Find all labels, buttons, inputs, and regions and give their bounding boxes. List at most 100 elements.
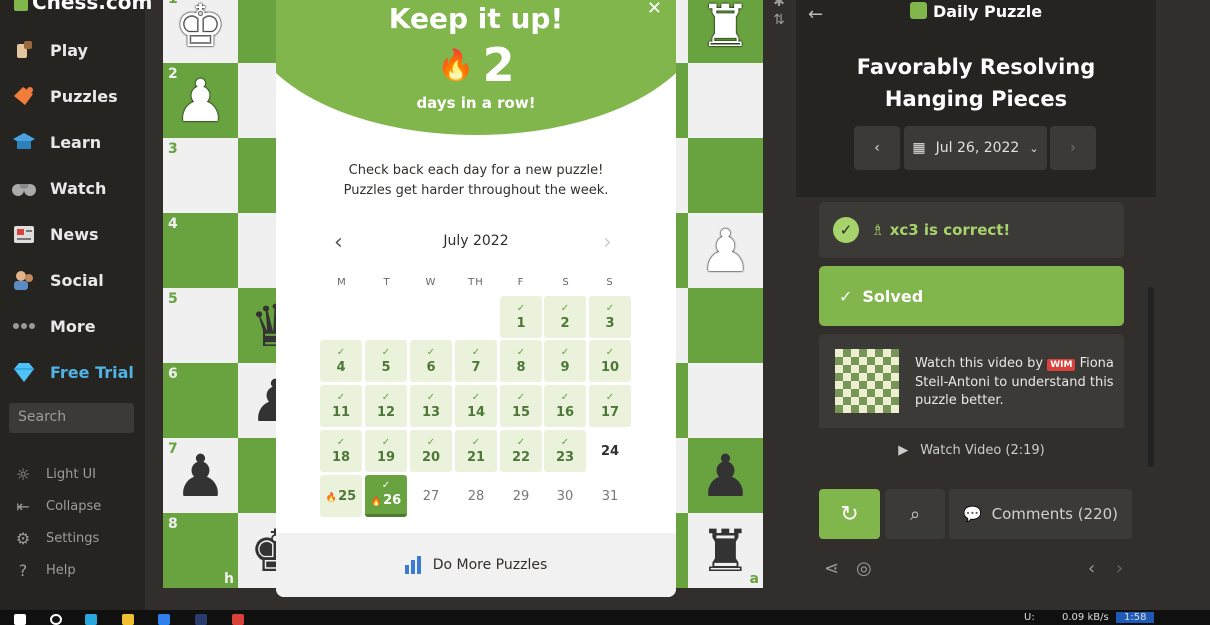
board-square[interactable]: 3 (163, 138, 238, 213)
calendar-day[interactable]: ✓ 8 (500, 340, 542, 382)
sidebar-item-news[interactable]: News (10, 220, 140, 248)
calendar-day[interactable]: ✓ 10 (589, 340, 631, 382)
vscode-icon[interactable] (158, 614, 170, 625)
sidebar-item-watch[interactable]: Watch (10, 174, 140, 202)
board-square[interactable] (688, 63, 763, 138)
search-icon[interactable] (50, 614, 62, 625)
sidebar-item-free-trial[interactable]: Free Trial (10, 358, 140, 386)
white-king-icon[interactable]: ♚ (163, 0, 238, 63)
board-square[interactable]: ♟ (688, 438, 763, 513)
solved-button[interactable]: ✓ Solved (819, 266, 1124, 326)
board-square[interactable]: 5 (163, 288, 238, 363)
retry-button[interactable]: ↻ (819, 489, 880, 539)
calendar-day[interactable]: ✓ 🔥26 (365, 475, 407, 517)
app-icon[interactable] (232, 614, 244, 625)
next-day-button[interactable]: › (1050, 126, 1096, 170)
target-icon[interactable]: ◎ (856, 558, 872, 579)
black-pawn-icon[interactable]: ♟ (688, 438, 763, 513)
board-square[interactable]: 2 ♟ (163, 63, 238, 138)
calendar-day[interactable]: 30 (544, 475, 586, 517)
calendar-day[interactable]: ✓ 18 (320, 430, 362, 472)
board-square[interactable]: 1♚ (163, 0, 238, 63)
folder-icon[interactable] (122, 614, 134, 625)
board-square[interactable]: 6 (163, 363, 238, 438)
white-pawn-icon[interactable]: ♟ (688, 213, 763, 288)
sidebar-item-learn[interactable]: Learn (10, 128, 140, 156)
do-more-puzzles-button[interactable]: Do More Puzzles (276, 533, 676, 597)
intellij-icon[interactable] (195, 614, 207, 625)
calendar-day[interactable]: ✓ 7 (455, 340, 497, 382)
share-icon[interactable]: ⋖ (824, 558, 839, 579)
light-ui-toggle[interactable]: ☼ Light UI (12, 464, 96, 484)
next-arrow-icon[interactable]: › (1116, 558, 1123, 579)
board-square[interactable]: a ♜ (688, 513, 763, 588)
calendar-day[interactable]: ✓ 2 (544, 296, 586, 338)
calendar-day[interactable]: ✓ 16 (544, 385, 586, 427)
sidebar-item-play[interactable]: Play (10, 36, 140, 64)
settings-cog-icon[interactable]: ✱ (768, 0, 790, 10)
calendar-day[interactable]: 27 (410, 475, 452, 517)
white-pawn-icon[interactable]: ♟ (163, 63, 238, 138)
rank-label: 3 (168, 141, 178, 157)
calendar-day[interactable]: 24 (589, 430, 631, 472)
calendar-day[interactable]: 28 (455, 475, 497, 517)
video-card[interactable]: Watch this video by WIM Fiona Steil-Anto… (819, 334, 1124, 472)
black-pawn-icon[interactable]: ♟ (163, 438, 238, 513)
help-link[interactable]: ? Help (12, 560, 76, 580)
calendar-day[interactable]: ✓ 15 (500, 385, 542, 427)
board-square[interactable]: ♟ (688, 213, 763, 288)
sidebar-item-social[interactable]: Social (10, 266, 140, 294)
board-square[interactable]: ♜ (688, 0, 763, 63)
calendar-day[interactable]: ✓ 19 (365, 430, 407, 472)
light-ui-icon: ☼ (15, 464, 31, 484)
checkmark-icon: ✓ (336, 391, 346, 403)
sidebar-item-puzzles[interactable]: Puzzles (10, 82, 140, 110)
search-input[interactable]: Search (9, 403, 134, 433)
calendar-day[interactable]: ✓ 5 (365, 340, 407, 382)
calendar-day[interactable]: ✓ 14 (455, 385, 497, 427)
panel-scrollbar[interactable] (1148, 287, 1154, 467)
calendar-day[interactable]: ✓ 11 (320, 385, 362, 427)
board-square[interactable] (688, 288, 763, 363)
video-thumbnail[interactable] (835, 349, 899, 413)
calendar-day[interactable]: 29 (500, 475, 542, 517)
calendar-day[interactable]: 🔥25 (320, 475, 362, 517)
day-number: 11 (331, 404, 351, 420)
date-picker[interactable]: ▦ Jul 26, 2022 ⌄ (904, 126, 1047, 170)
board-square[interactable] (688, 363, 763, 438)
board-square[interactable] (688, 138, 763, 213)
calendar-day[interactable]: ✓ 12 (365, 385, 407, 427)
calendar-day[interactable]: ✓ 4 (320, 340, 362, 382)
analysis-button[interactable]: ⌕ (885, 489, 945, 539)
calendar-day[interactable]: ✓ 6 (410, 340, 452, 382)
calendar-day[interactable]: ✓ 9 (544, 340, 586, 382)
board-square[interactable]: 8h (163, 513, 238, 588)
black-rook-icon[interactable]: ♜ (688, 513, 763, 588)
settings-link[interactable]: ⚙ Settings (12, 528, 100, 548)
board-square[interactable]: 4 (163, 213, 238, 288)
calendar-day[interactable]: ✓ 3 (589, 296, 631, 338)
board-square[interactable]: 7 ♟ (163, 438, 238, 513)
edge-icon[interactable] (85, 614, 97, 625)
white-rook-icon[interactable]: ♜ (688, 0, 763, 63)
watch-video-button[interactable]: ▶ Watch Video (2:19) (819, 428, 1124, 472)
collapse-button[interactable]: ⇤ Collapse (12, 496, 101, 516)
chess-logo[interactable]: Chess.com (14, 0, 152, 14)
flip-board-icon[interactable]: ⇅ (768, 12, 790, 28)
windows-start-icon[interactable] (14, 614, 26, 625)
calendar-day[interactable]: ✓ 23 (544, 430, 586, 472)
calendar-day[interactable]: ✓ 13 (410, 385, 452, 427)
next-month-button[interactable]: › (603, 230, 612, 255)
prev-arrow-icon[interactable]: ‹ (1088, 558, 1095, 579)
clock[interactable]: 1:58 (1116, 612, 1155, 623)
sidebar-item-more[interactable]: More (10, 312, 140, 340)
comments-button[interactable]: 💬 Comments (220) (949, 489, 1132, 539)
prev-day-button[interactable]: ‹ (854, 126, 900, 170)
calendar-day[interactable]: ✓ 1 (500, 296, 542, 338)
calendar-day[interactable]: ✓ 21 (455, 430, 497, 472)
calendar-day[interactable]: ✓ 22 (500, 430, 542, 472)
calendar-day[interactable]: ✓ 17 (589, 385, 631, 427)
news-icon (10, 222, 38, 246)
calendar-day[interactable]: 31 (589, 475, 631, 517)
calendar-day[interactable]: ✓ 20 (410, 430, 452, 472)
